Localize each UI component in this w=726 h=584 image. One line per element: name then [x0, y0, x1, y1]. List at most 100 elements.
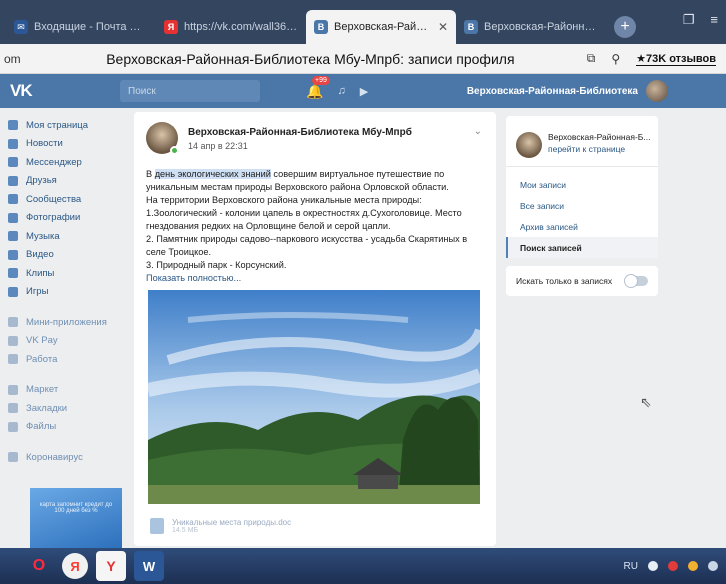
- nav-item-files[interactable]: Файлы: [8, 418, 128, 437]
- communities-icon: [8, 194, 18, 205]
- clips-icon: [8, 268, 18, 279]
- notification-badge: +99: [312, 75, 330, 85]
- restore-icon[interactable]: ❐: [683, 12, 695, 28]
- page-body: Моя страница Новости Мессенджер Друзья С…: [0, 108, 726, 550]
- header-profile-menu[interactable]: Верховская-Районная-Библиотека: [467, 80, 726, 102]
- nav-item-vkpay[interactable]: VK Pay: [8, 332, 128, 351]
- virus-icon: [8, 452, 18, 463]
- nav-gap: [8, 301, 128, 313]
- language-indicator[interactable]: RU: [624, 561, 638, 572]
- music-icon: [8, 231, 18, 242]
- wall-filter-menu: Мои записи Все записи Архив записей Поис…: [506, 174, 658, 258]
- menu-archive[interactable]: Архив записей: [506, 216, 658, 237]
- nav-gap: [8, 369, 128, 381]
- work-icon: [8, 354, 18, 365]
- avatar[interactable]: [516, 132, 542, 158]
- menu-icon[interactable]: ≡: [710, 12, 718, 28]
- video-icon: [8, 249, 18, 260]
- nav-label: Файлы: [26, 421, 57, 433]
- bell-icon: 🔔: [306, 82, 324, 99]
- tab-vk-profile[interactable]: В Верховская-Районная-Б: [456, 10, 606, 44]
- nav-item-photos[interactable]: Фотографии: [8, 209, 128, 228]
- vk-logo[interactable]: VK: [0, 81, 120, 101]
- nav-item-music[interactable]: Музыка: [8, 227, 128, 246]
- nav-item-clips[interactable]: Клипы: [8, 264, 128, 283]
- tab-label: https://vk.com/wall3691: [184, 21, 298, 33]
- nav-item-communities[interactable]: Сообщества: [8, 190, 128, 209]
- profile-name[interactable]: Верховская-Районная-Б...: [548, 132, 654, 142]
- record-icon[interactable]: [668, 561, 678, 571]
- nav-item-coronavirus[interactable]: Коронавирус: [8, 448, 128, 467]
- nav-label: Видео: [26, 249, 54, 261]
- search-only-posts-toggle[interactable]: [624, 274, 648, 288]
- games-icon: [8, 286, 18, 297]
- post-author[interactable]: Верховская-Районная-Библиотека Мбу-Мпрб: [188, 127, 412, 138]
- nav-label: Музыка: [26, 230, 60, 242]
- copy-icon[interactable]: ⧉: [587, 51, 596, 66]
- system-tray: RU: [624, 561, 726, 572]
- go-to-page-link[interactable]: перейти к странице: [548, 144, 625, 154]
- tab-vk-wall[interactable]: Я https://vk.com/wall3691: [156, 10, 306, 44]
- search-input[interactable]: Поиск: [120, 80, 260, 102]
- tab-label: Верховская-Районная-Б: [484, 21, 598, 33]
- document-attachment[interactable]: Уникальные места природы.doc 14.5 МБ: [150, 518, 291, 534]
- menu-search-posts[interactable]: Поиск записей: [506, 237, 658, 258]
- tab-vk-profile-active[interactable]: В Верховская-Районная- ✕: [306, 10, 456, 44]
- play-icon[interactable]: ▶: [360, 85, 368, 98]
- divider: [506, 166, 658, 167]
- nav-label: Мессенджер: [26, 156, 82, 168]
- address-bar: om Верховская-Районная-Библиотека Мбу-Мп…: [0, 44, 726, 74]
- post-intro: В день экологических знаний совершим вир…: [146, 168, 486, 194]
- mail-ru-icon: ✉: [14, 20, 28, 34]
- antivirus-icon[interactable]: [648, 561, 658, 571]
- bookmarks-icon: [8, 403, 18, 414]
- yandex-icon: Я: [164, 20, 178, 34]
- yandex-browser-app-button[interactable]: Y: [96, 551, 126, 581]
- nav-gap: [8, 436, 128, 448]
- vk-icon: В: [464, 20, 478, 34]
- reviews-badge[interactable]: ★73K отзывов: [636, 52, 716, 66]
- nav-item-friends[interactable]: Друзья: [8, 172, 128, 191]
- page-title[interactable]: Верховская-Районная-Библиотека Мбу-Мпрб:…: [34, 51, 587, 67]
- tab-label: Верховская-Районная-: [334, 21, 432, 33]
- chevron-down-icon[interactable]: ⌄: [474, 126, 482, 137]
- nav-item-bookmarks[interactable]: Закладки: [8, 399, 128, 418]
- nav-item-games[interactable]: Игры: [8, 283, 128, 302]
- network-icon[interactable]: [688, 561, 698, 571]
- menu-all-posts[interactable]: Все записи: [506, 195, 658, 216]
- search-icon[interactable]: ⚲: [611, 52, 620, 66]
- show-more-link[interactable]: Показать полностью...: [146, 272, 486, 285]
- promo-banner[interactable]: карта запомнит кредит до 100 дней без %: [30, 488, 122, 550]
- menu-my-posts[interactable]: Мои записи: [506, 174, 658, 195]
- yandex-app-button[interactable]: Я: [62, 553, 88, 579]
- toggle-knob: [624, 274, 638, 288]
- nav-item-my-page[interactable]: Моя страница: [8, 116, 128, 135]
- messenger-icon: [8, 157, 18, 168]
- nav-item-market[interactable]: Маркет: [8, 381, 128, 400]
- volume-icon[interactable]: [708, 561, 718, 571]
- nav-label: Моя страница: [26, 119, 89, 131]
- nav-label: Работа: [26, 353, 58, 365]
- word-app-button[interactable]: W: [134, 551, 164, 581]
- nav-item-work[interactable]: Работа: [8, 350, 128, 369]
- online-indicator: [170, 146, 179, 155]
- nav-label: Закладки: [26, 402, 68, 414]
- tab-mail[interactable]: ✉ Входящие - Почта Mail.ru: [6, 10, 156, 44]
- nav-item-mini-apps[interactable]: Мини-приложения: [8, 313, 128, 332]
- notifications-button[interactable]: 🔔 +99: [306, 75, 330, 100]
- nav-item-messenger[interactable]: Мессенджер: [8, 153, 128, 172]
- new-tab-button[interactable]: +: [614, 16, 636, 38]
- post-date[interactable]: 14 апр в 22:31: [188, 141, 248, 151]
- music-player-icon[interactable]: ♫: [337, 85, 345, 97]
- nav-item-news[interactable]: Новости: [8, 135, 128, 154]
- nav-label: Игры: [26, 286, 49, 298]
- nav-item-video[interactable]: Видео: [8, 246, 128, 265]
- avatar: [646, 80, 668, 102]
- opera-app-button[interactable]: O: [24, 551, 54, 581]
- close-icon[interactable]: ✕: [438, 20, 448, 34]
- photos-icon: [8, 212, 18, 223]
- address-prefix[interactable]: om: [0, 52, 34, 66]
- post-photo[interactable]: [148, 290, 480, 504]
- post-line: На территории Верховского района уникаль…: [146, 195, 422, 205]
- left-nav: Моя страница Новости Мессенджер Друзья С…: [8, 116, 128, 467]
